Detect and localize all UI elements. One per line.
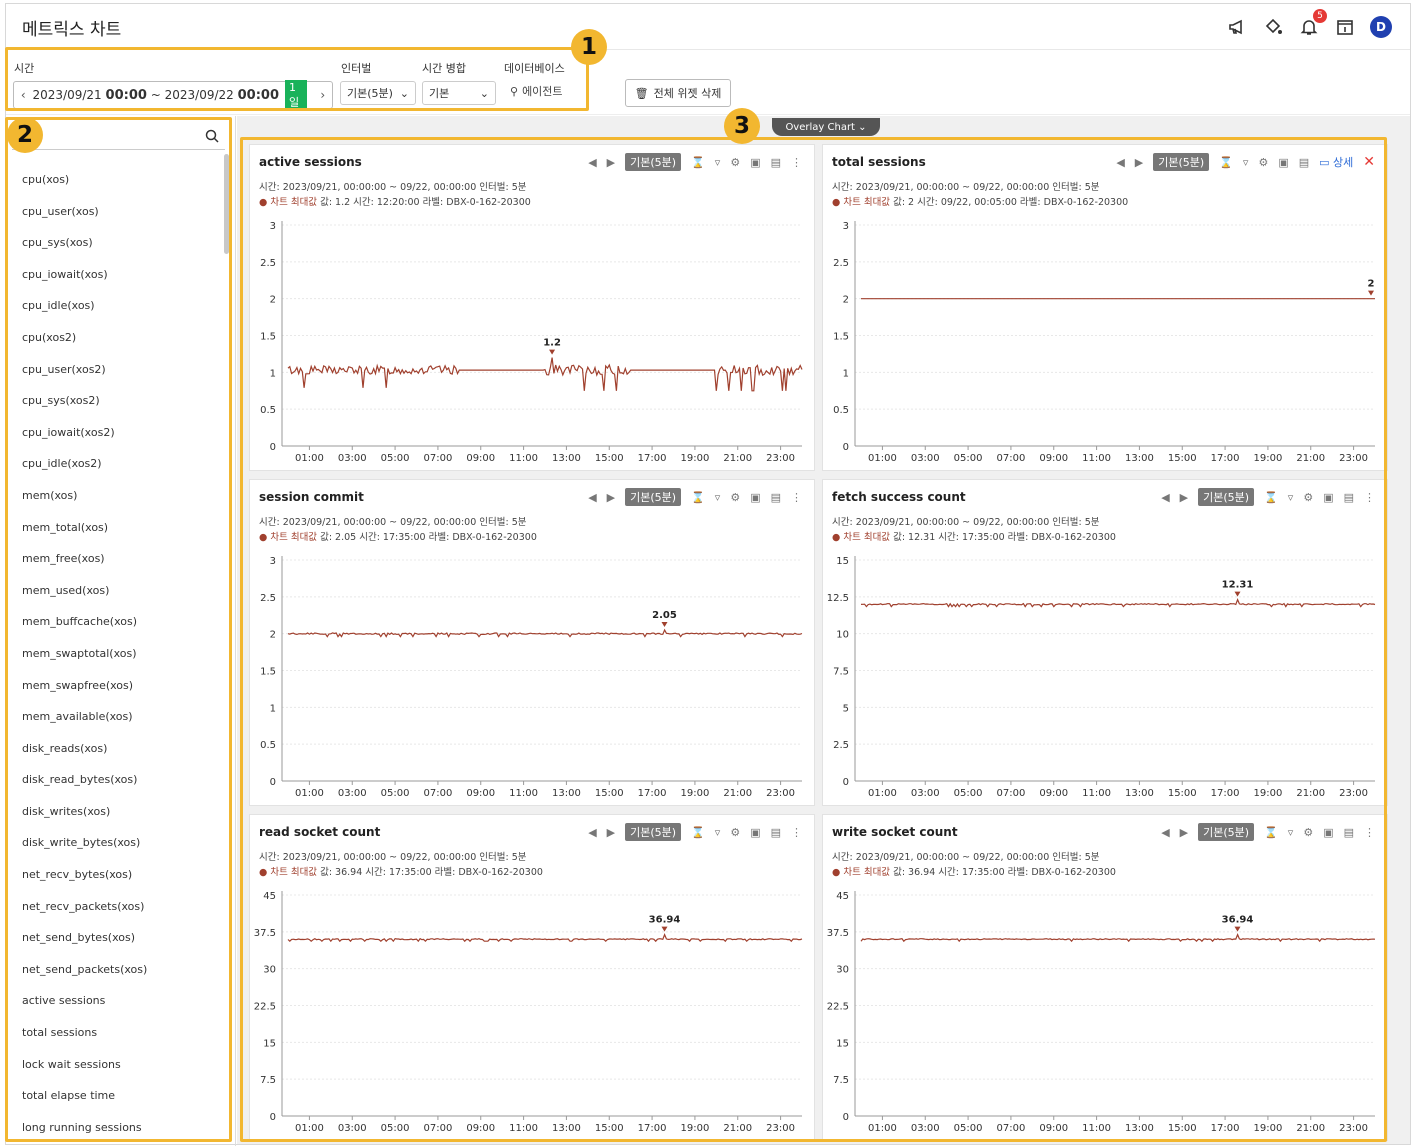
paint-bucket-icon[interactable] — [1262, 16, 1284, 38]
trash-icon: 🗑 — [634, 86, 649, 100]
highlight-box-2 — [5, 117, 232, 1142]
megaphone-icon[interactable] — [1226, 16, 1248, 38]
calendar-info-icon[interactable] — [1334, 16, 1356, 38]
overlay-chart-label: Overlay Chart — [785, 121, 855, 133]
avatar[interactable]: D — [1370, 16, 1392, 38]
highlight-box-3 — [240, 137, 1387, 1142]
overlay-chart-toggle[interactable]: Overlay Chart ⌄ — [772, 118, 880, 136]
callout-2: 2 — [7, 117, 43, 153]
highlight-box-1 — [5, 47, 589, 111]
callout-3: 3 — [724, 108, 760, 144]
delete-all-label: 전체 위젯 삭제 — [653, 87, 722, 100]
bell-icon[interactable]: 5 — [1298, 9, 1327, 38]
delete-all-widgets-button[interactable]: 🗑 전체 위젯 삭제 — [625, 79, 731, 107]
header: 메트릭스 차트 5 D — [6, 4, 1410, 50]
page-title: 메트릭스 차트 — [22, 20, 122, 40]
notification-badge: 5 — [1313, 9, 1327, 23]
callout-1: 1 — [571, 29, 607, 65]
